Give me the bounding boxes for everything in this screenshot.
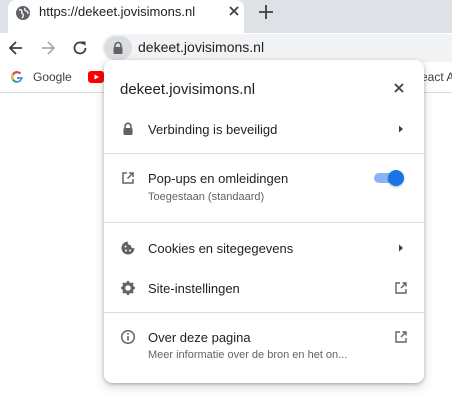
reload-icon[interactable]: [70, 38, 90, 58]
tab-title: https://dekeet.jovisimons.nl: [39, 4, 196, 19]
site-info-button[interactable]: [104, 36, 132, 60]
popups-toggle[interactable]: [374, 170, 404, 186]
popups-row: Pop-ups en omleidingen Toegestaan (stand…: [104, 166, 424, 208]
open-in-new-icon: [395, 282, 407, 294]
connection-label: Verbinding is beveiligd: [148, 122, 278, 137]
forward-icon[interactable]: [38, 38, 58, 58]
popups-status: Toegestaan (standaard): [148, 191, 265, 203]
toggle-knob: [388, 170, 404, 186]
chevron-right-icon: [399, 244, 403, 252]
about-description: Meer informatie over de bron en het on..…: [148, 349, 348, 361]
tab-strip: https://dekeet.jovisimons.nl: [0, 0, 452, 33]
popup-title: dekeet.jovisimons.nl: [120, 81, 256, 98]
google-icon: [11, 71, 23, 83]
open-in-new-icon: [395, 331, 407, 343]
gear-icon: [121, 281, 135, 295]
info-icon: [120, 329, 136, 345]
youtube-icon[interactable]: [88, 71, 104, 83]
toolbar: dekeet.jovisimons.nl: [0, 33, 452, 63]
globe-icon: [16, 6, 30, 20]
about-page-row[interactable]: Over deze pagina Meer informatie over de…: [104, 325, 424, 367]
close-icon[interactable]: [392, 81, 406, 95]
chevron-right-icon: [399, 125, 403, 133]
active-tab[interactable]: https://dekeet.jovisimons.nl: [8, 0, 244, 33]
new-tab-icon[interactable]: [256, 2, 276, 22]
bookmark-react-label[interactable]: eact A: [421, 70, 452, 84]
cookies-row[interactable]: Cookies en sitegegevens: [104, 236, 424, 262]
lock-icon: [113, 41, 123, 54]
close-tab-icon[interactable]: [226, 3, 242, 19]
lock-icon: [123, 122, 133, 135]
external-window-icon: [122, 172, 134, 184]
divider: [104, 312, 424, 313]
back-icon[interactable]: [6, 38, 26, 58]
site-info-popup: dekeet.jovisimons.nl Verbinding is bevei…: [104, 60, 424, 383]
cookies-label: Cookies en sitegegevens: [148, 241, 294, 256]
about-label: Over deze pagina: [148, 330, 251, 345]
divider: [104, 222, 424, 223]
site-settings-label: Site-instellingen: [148, 281, 240, 296]
popups-label: Pop-ups en omleidingen: [148, 171, 289, 186]
site-settings-row[interactable]: Site-instellingen: [104, 276, 424, 302]
cookie-icon: [121, 241, 135, 255]
url-text: dekeet.jovisimons.nl: [138, 39, 265, 55]
bookmark-google-label: Google: [33, 70, 72, 84]
divider: [104, 153, 424, 154]
connection-row[interactable]: Verbinding is beveiligd: [104, 116, 424, 142]
